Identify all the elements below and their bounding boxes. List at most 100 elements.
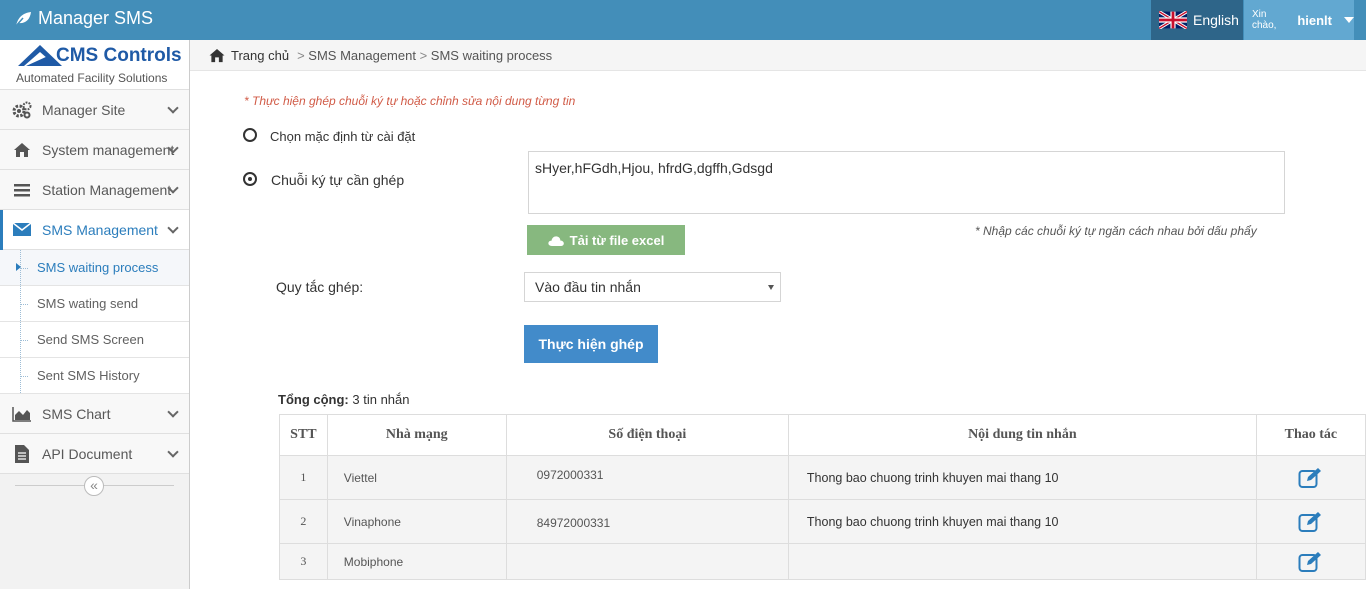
sidebar-item-api-document[interactable]: API Document [0, 434, 189, 474]
envelope-icon [12, 221, 32, 239]
cell-network: Mobiphone [326, 543, 507, 580]
instruction-note: * Thực hiện ghép chuỗi ký tự hoặc chỉnh … [244, 94, 576, 108]
col-actions: Thao tác [1255, 414, 1366, 456]
app-brand[interactable]: Manager SMS [14, 8, 153, 29]
cell-actions [1255, 455, 1366, 500]
chevron-down-icon [167, 222, 179, 234]
rule-label: Quy tắc ghép: [276, 279, 364, 295]
app-title: Manager SMS [38, 8, 154, 28]
language-label: English [1193, 12, 1239, 28]
upload-excel-button[interactable]: Tải từ file excel [527, 225, 685, 255]
sidebar-subitem-label: Sent SMS History [37, 368, 140, 383]
total-summary: Tổng cộng: 3 tin nhắn [278, 392, 410, 407]
breadcrumb-home-link[interactable]: Trang chủ [231, 48, 289, 63]
col-network[interactable]: Nhà mạng [326, 414, 507, 456]
sidebar-item-manager-site[interactable]: Manager Site [0, 90, 189, 130]
sidebar-item-label: Station Management [42, 181, 172, 198]
edit-icon[interactable] [1298, 511, 1324, 533]
main-content: * Thực hiện ghép chuỗi ký tự hoặc chỉnh … [190, 71, 1366, 589]
cell-phone[interactable] [505, 543, 789, 580]
breadcrumb-separator: > [419, 47, 428, 63]
chevron-down-icon [167, 102, 179, 114]
cell-content[interactable] [787, 543, 1257, 580]
col-stt[interactable]: STT [279, 414, 328, 456]
sidebar-subitem-sms-wating-send[interactable]: SMS wating send [0, 286, 189, 322]
string-textarea[interactable]: sHyer,hFGdh,Hjou, hfrdG,dgffh,Gdsgd [528, 151, 1285, 214]
home-icon [209, 48, 225, 62]
area-chart-icon [12, 405, 32, 423]
uk-flag-icon [1159, 11, 1187, 29]
cell-stt: 2 [279, 499, 328, 544]
rule-select-value: Vào đầu tin nhắn [535, 279, 641, 295]
sidebar-subitem-label: SMS wating send [37, 296, 139, 311]
leaf-icon [14, 11, 31, 27]
top-navbar: Manager SMS English Xin chào, hienlt [0, 0, 1366, 40]
edit-icon[interactable] [1298, 551, 1324, 573]
chevron-down-icon [167, 406, 179, 418]
cogs-icon [12, 101, 32, 119]
col-phone[interactable]: Số điện thoại [505, 414, 789, 456]
sidebar-collapse: « [0, 475, 189, 497]
total-label: Tổng cộng: [278, 392, 349, 407]
string-hint: * Nhập các chuỗi ký tự ngăn cách nhau bở… [975, 224, 1257, 238]
table-header-row: STT Nhà mạng Số điện thoại Nội dung tin … [279, 414, 1366, 456]
merge-submit-button[interactable]: Thực hiện ghép [524, 325, 658, 363]
sidebar-subitem-sms-waiting-process[interactable]: SMS waiting process [0, 250, 189, 286]
radio-default-label[interactable]: Chọn mặc định từ cài đặt [270, 129, 415, 144]
cloud-icon [548, 235, 564, 246]
sidebar-item-system-management[interactable]: System management [0, 130, 189, 170]
table-row: 3 Mobiphone [279, 543, 1366, 580]
rule-select[interactable]: Vào đầu tin nhắn [524, 272, 781, 302]
double-chevron-left-icon[interactable]: « [84, 476, 104, 496]
logo-tagline: Automated Facility Solutions [16, 71, 168, 85]
cell-phone[interactable]: 84972000331 [505, 499, 789, 544]
cell-content[interactable]: Thong bao chuong trinh khuyen mai thang … [787, 455, 1257, 500]
user-menu[interactable]: Xin chào, hienlt [1244, 0, 1354, 40]
sidebar-item-station-management[interactable]: Station Management [0, 170, 189, 210]
breadcrumb-sms-management[interactable]: SMS Management [308, 48, 416, 63]
sidebar: CMS Controls Automated Facility Solution… [0, 40, 190, 589]
file-icon [12, 444, 32, 463]
language-selector[interactable]: English [1151, 0, 1243, 40]
breadcrumb-current: SMS waiting process [430, 47, 553, 63]
table-row: 1 Viettel 0972000331 Thong bao chuong tr… [279, 455, 1366, 500]
sidebar-subitem-sent-sms-history[interactable]: Sent SMS History [0, 358, 189, 394]
logo-text: CMS Controls [56, 45, 182, 66]
sidebar-item-label: SMS Management [42, 221, 158, 238]
sms-table: STT Nhà mạng Số điện thoại Nội dung tin … [279, 414, 1366, 580]
sidebar-item-label: System management [42, 141, 175, 158]
upload-excel-label: Tải từ file excel [569, 232, 665, 248]
greeting-text: Xin chào, [1252, 9, 1277, 31]
sidebar-item-label: API Document [42, 445, 133, 462]
cell-stt: 3 [279, 543, 328, 580]
cell-phone[interactable]: 0972000331 [505, 455, 789, 500]
breadcrumb-separator: > [297, 47, 305, 63]
chevron-down-icon [167, 446, 179, 458]
total-value: 3 tin nhắn [352, 392, 410, 407]
sidebar-subitem-label: Send SMS Screen [37, 332, 144, 347]
cell-network: Viettel [326, 455, 507, 500]
username: hienlt [1297, 12, 1332, 28]
radio-string[interactable] [243, 172, 257, 186]
cell-network: Vinaphone [326, 499, 507, 544]
sidebar-item-label: Manager Site [42, 101, 126, 118]
edit-icon[interactable] [1298, 467, 1324, 489]
home-icon [12, 141, 32, 159]
sidebar-subitem-send-sms-screen[interactable]: Send SMS Screen [0, 322, 189, 358]
cell-stt: 1 [279, 455, 328, 500]
company-logo: CMS Controls Automated Facility Solution… [0, 40, 189, 90]
sidebar-item-sms-chart[interactable]: SMS Chart [0, 394, 189, 434]
cell-actions [1255, 543, 1366, 580]
breadcrumb: Trang chủ > SMS Management > SMS waiting… [190, 40, 1366, 71]
sidebar-subitem-label: SMS waiting process [37, 260, 159, 275]
radio-string-label[interactable]: Chuỗi ký tự cần ghép [271, 172, 404, 188]
col-content[interactable]: Nội dung tin nhắn [787, 414, 1257, 456]
caret-down-icon [1344, 17, 1354, 23]
table-row: 2 Vinaphone 84972000331 Thong bao chuong… [279, 499, 1366, 544]
radio-default[interactable] [243, 128, 257, 142]
cell-content[interactable]: Thong bao chuong trinh khuyen mai thang … [787, 499, 1257, 544]
dropdown-arrow-icon [768, 285, 774, 290]
sidebar-item-label: SMS Chart [42, 405, 111, 422]
list-icon [12, 181, 32, 199]
sidebar-item-sms-management[interactable]: SMS Management [0, 210, 189, 250]
